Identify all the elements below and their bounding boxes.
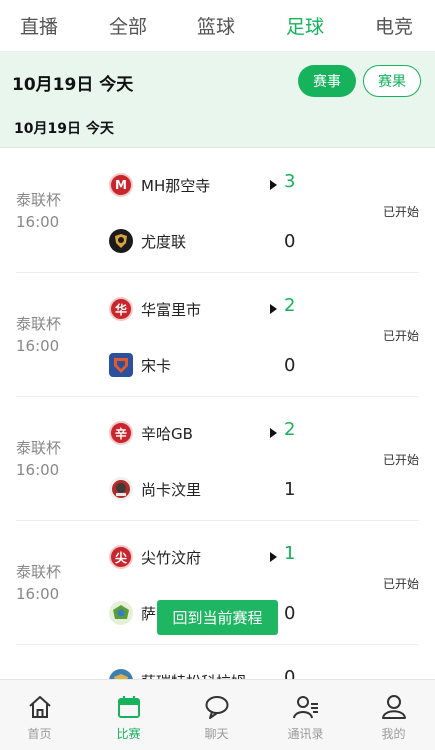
nav-me[interactable]: 我的 bbox=[350, 680, 435, 750]
match-row[interactable]: 泰联杯 16:00 M MH那空寺 3 尤度联 0 已开始 bbox=[0, 149, 435, 273]
match-row[interactable]: 泰联杯 16:00 华 华富里市 2 宋卡 0 已开始 bbox=[0, 273, 435, 397]
away-score: 0 bbox=[284, 355, 296, 376]
home-score: 0 bbox=[284, 667, 296, 679]
match-status: 已开始 bbox=[383, 205, 420, 219]
away-team: 尤度联 bbox=[109, 229, 186, 253]
league-name: 泰联杯 bbox=[16, 191, 62, 209]
home-team: 华 华富里市 bbox=[109, 297, 201, 321]
date-section-header: 10月19日 今天 bbox=[14, 121, 114, 137]
team-badge-icon: 辛 bbox=[109, 421, 133, 445]
team-badge-icon bbox=[109, 229, 133, 253]
contacts-icon bbox=[293, 696, 318, 719]
match-time: 16:00 bbox=[16, 585, 60, 603]
league-name: 泰联杯 bbox=[16, 315, 62, 333]
home-team-name: 萨瑞特松科拉姆 bbox=[141, 671, 246, 680]
live-play-icon bbox=[270, 552, 277, 562]
match-time: 16:00 bbox=[16, 337, 60, 355]
match-row[interactable]: 泰联杯 16:00 辛 辛哈GB 2 尚卡汶里 1 已开始 bbox=[0, 397, 435, 521]
away-score: 0 bbox=[284, 231, 296, 252]
tab-esports[interactable]: 电竞 bbox=[375, 12, 413, 39]
schedule-button[interactable]: 赛事 bbox=[298, 65, 356, 97]
team-badge-icon bbox=[109, 353, 133, 377]
home-team-name: MH那空寺 bbox=[141, 176, 211, 195]
bottom-nav: 首页 比赛 聊天 通讯录 我的 bbox=[0, 679, 435, 750]
match-time: 16:00 bbox=[16, 213, 60, 231]
away-team: 萨 bbox=[109, 601, 156, 625]
home-team: 辛 辛哈GB bbox=[109, 421, 193, 445]
team-badge-icon bbox=[109, 477, 133, 501]
home-score: 2 bbox=[284, 295, 296, 316]
tab-football[interactable]: 足球 bbox=[286, 12, 324, 39]
home-score: 2 bbox=[284, 419, 296, 440]
match-status: 已开始 bbox=[383, 577, 420, 591]
home-score: 3 bbox=[284, 171, 296, 192]
team-badge-icon: 华 bbox=[109, 297, 133, 321]
home-team: 尖 尖竹汶府 bbox=[109, 545, 201, 569]
away-team: 宋卡 bbox=[109, 353, 171, 377]
away-team: 尚卡汶里 bbox=[109, 477, 201, 501]
nav-label: 我的 bbox=[381, 727, 406, 741]
away-team-name: 宋卡 bbox=[141, 356, 172, 375]
tab-basketball[interactable]: 篮球 bbox=[197, 12, 235, 39]
nav-home[interactable]: 首页 bbox=[0, 680, 83, 750]
date-header: 10月19日 今天 赛事 赛果 10月19日 今天 bbox=[0, 52, 435, 148]
date-title: 10月19日 今天 bbox=[12, 75, 134, 95]
match-row[interactable]: 萨瑞特松科拉姆 0 bbox=[0, 645, 435, 679]
team-badge-icon bbox=[109, 669, 133, 679]
away-team-name: 尤度联 bbox=[141, 232, 187, 251]
nav-chat[interactable]: 聊天 bbox=[173, 680, 260, 750]
home-team-name: 辛哈GB bbox=[141, 424, 193, 443]
away-team-name: 尚卡汶里 bbox=[141, 480, 202, 499]
home-team: M MH那空寺 bbox=[109, 173, 210, 197]
tab-all[interactable]: 全部 bbox=[109, 12, 147, 39]
home-team-name: 华富里市 bbox=[141, 300, 202, 319]
match-status: 已开始 bbox=[383, 453, 420, 467]
home-icon bbox=[29, 696, 51, 718]
away-team-name: 萨 bbox=[141, 604, 157, 623]
away-score: 0 bbox=[284, 603, 296, 624]
home-team: 萨瑞特松科拉姆 bbox=[109, 669, 246, 679]
user-icon bbox=[382, 695, 406, 719]
live-play-icon bbox=[270, 180, 277, 190]
team-badge-icon bbox=[109, 601, 133, 625]
league-name: 泰联杯 bbox=[16, 439, 62, 457]
live-play-icon bbox=[270, 304, 277, 314]
calendar-icon bbox=[118, 696, 140, 718]
home-team-name: 尖竹汶府 bbox=[141, 548, 202, 567]
home-score: 1 bbox=[284, 543, 296, 564]
team-badge-icon: 尖 bbox=[109, 545, 133, 569]
back-to-current-button[interactable]: 回到当前赛程 bbox=[157, 600, 278, 635]
nav-label: 比赛 bbox=[116, 727, 141, 741]
match-time: 16:00 bbox=[16, 461, 60, 479]
team-badge-icon: M bbox=[109, 173, 133, 197]
chat-bubble-icon bbox=[205, 696, 229, 719]
away-score: 1 bbox=[284, 479, 296, 500]
live-play-icon bbox=[270, 428, 277, 438]
results-button[interactable]: 赛果 bbox=[363, 65, 421, 97]
nav-label: 首页 bbox=[27, 727, 52, 741]
league-name: 泰联杯 bbox=[16, 563, 62, 581]
nav-label: 聊天 bbox=[204, 727, 229, 741]
match-status: 已开始 bbox=[383, 329, 420, 343]
top-tab-bar: 直播 全部 篮球 足球 电竞 bbox=[0, 0, 435, 52]
nav-contacts[interactable]: 通讯录 bbox=[262, 680, 349, 750]
nav-matches[interactable]: 比赛 bbox=[85, 680, 172, 750]
tab-live[interactable]: 直播 bbox=[20, 12, 58, 39]
nav-label: 通讯录 bbox=[287, 727, 324, 741]
